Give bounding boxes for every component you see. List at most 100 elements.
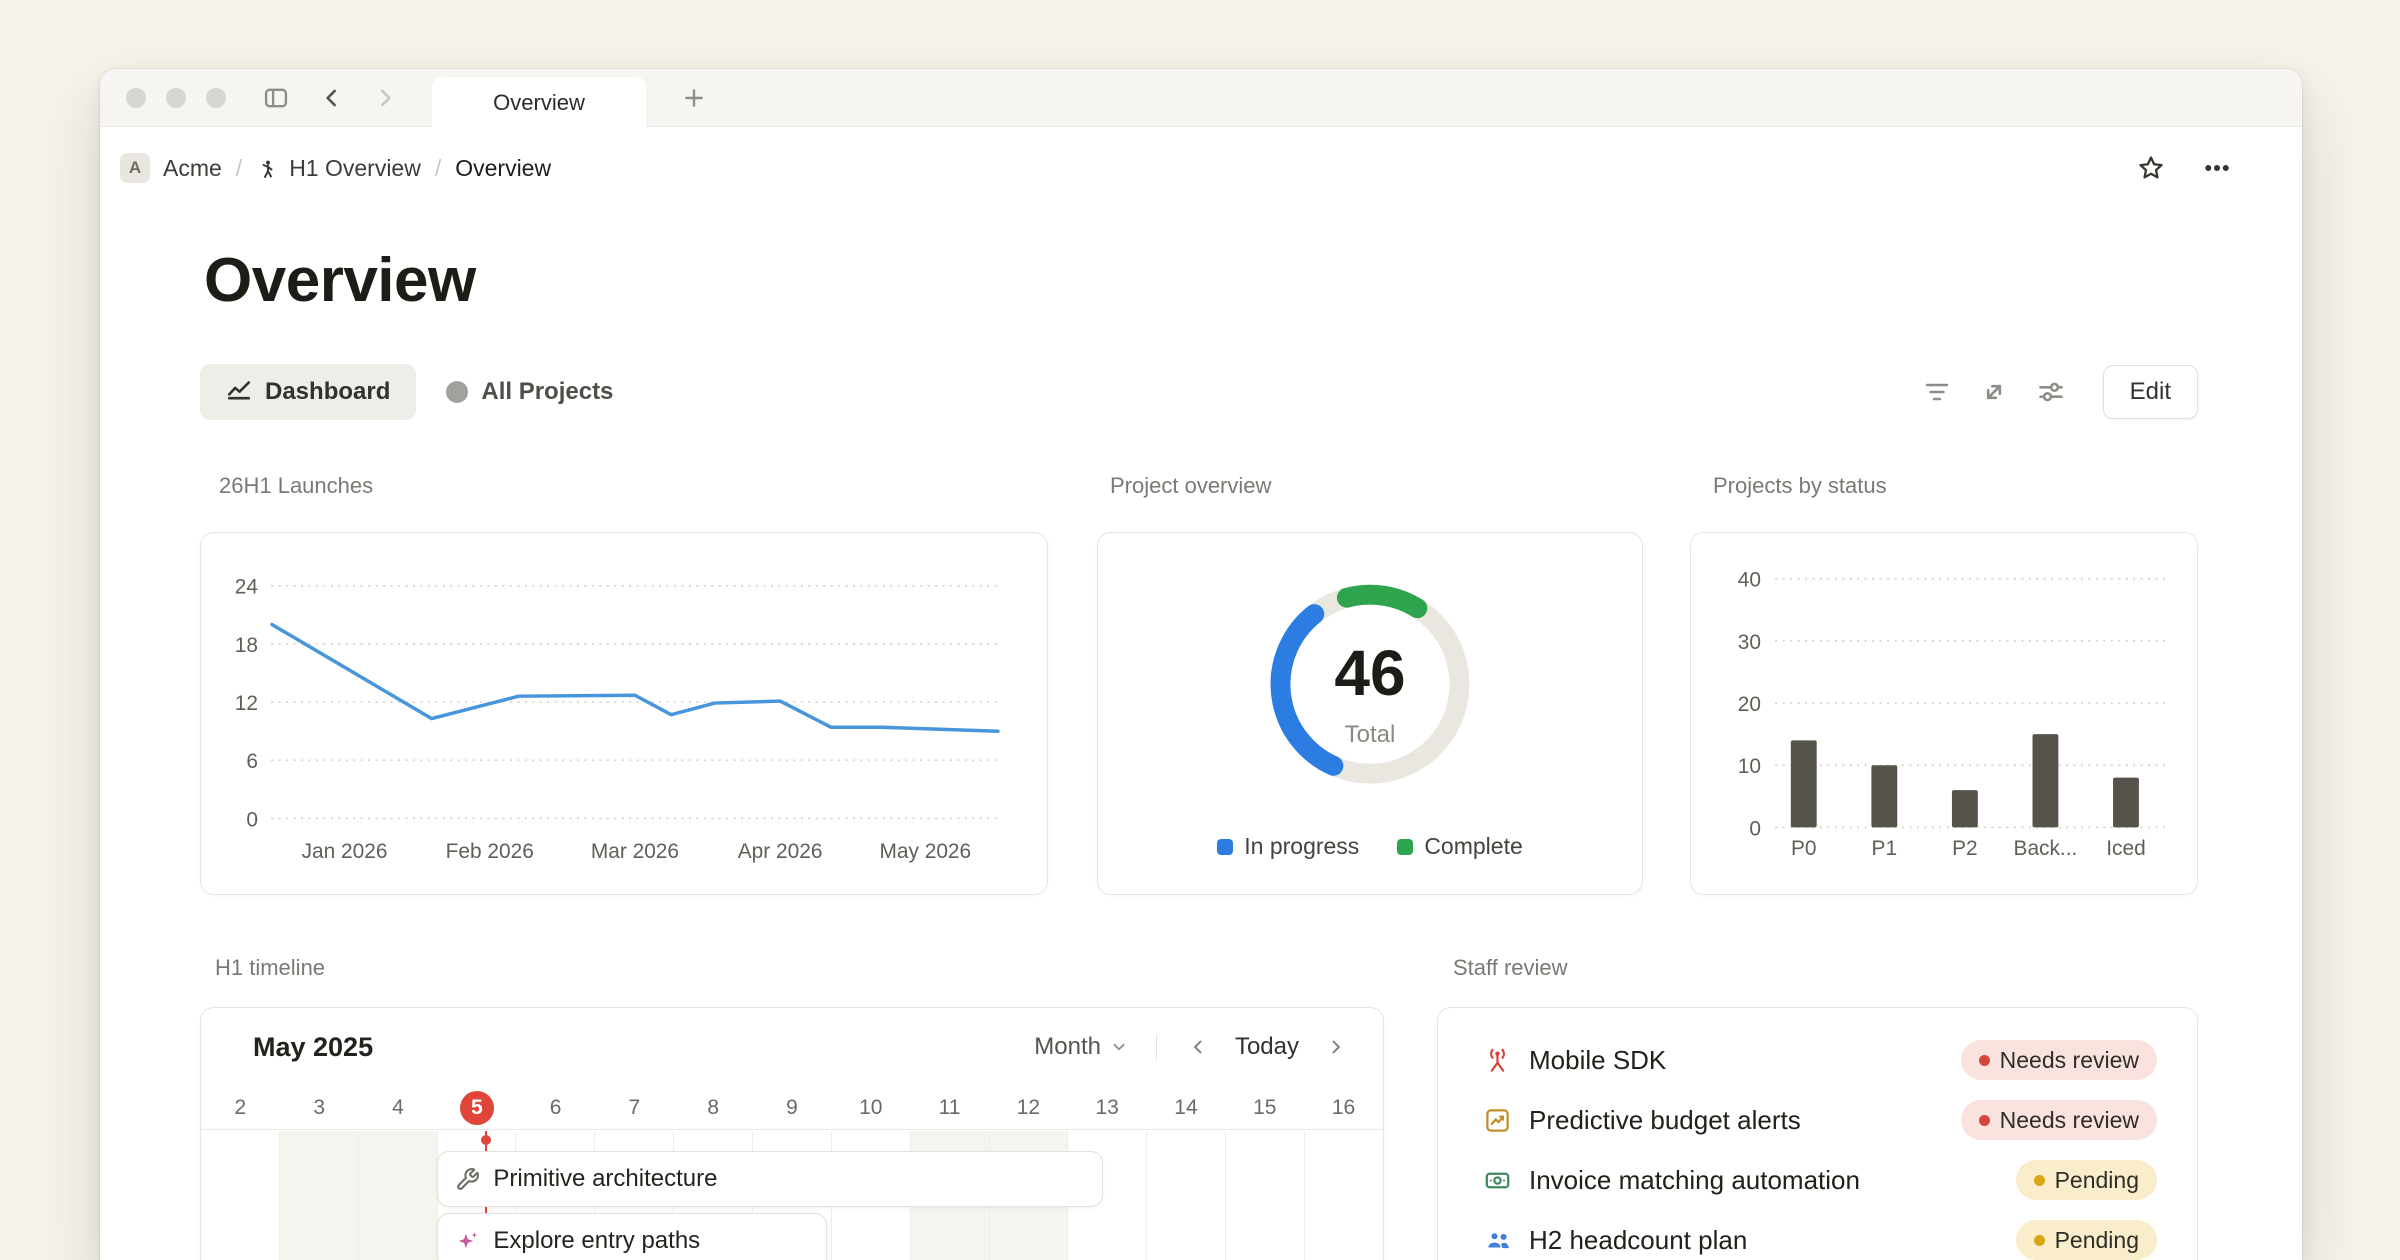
staff-row-h2-headcount[interactable]: H2 headcount plan Pending [1484,1210,2157,1260]
status-badge[interactable]: Needs review [1961,1040,2157,1080]
grid-column [1226,1131,1305,1260]
svg-text:24: 24 [235,576,258,599]
breadcrumb-parent[interactable]: H1 Overview [289,155,421,182]
status-text: Pending [2055,1227,2139,1254]
event-label: Primitive architecture [493,1165,717,1193]
day-cell[interactable]: 9 [753,1086,832,1129]
status-badge[interactable]: Pending [2016,1160,2157,1200]
grid-column [359,1131,438,1260]
sparkle-icon [455,1229,480,1254]
favorite-star-icon[interactable] [2136,153,2166,183]
day-cell[interactable]: 7 [595,1086,674,1129]
svg-text:20: 20 [1738,693,1761,716]
forward-icon[interactable] [370,83,400,113]
day-cell[interactable]: 8 [674,1086,753,1129]
close-window-button[interactable] [126,88,146,108]
staff-item-label: H2 headcount plan [1529,1225,2016,1256]
svg-text:10: 10 [1738,755,1761,778]
view-circle-icon [446,381,468,403]
svg-text:Apr 2026: Apr 2026 [738,840,823,863]
status-text: Needs review [2000,1107,2139,1134]
filter-icon[interactable] [1922,377,1952,407]
view-tab-label: Dashboard [265,378,390,406]
view-selector-value: Month [1034,1033,1101,1061]
day-cell[interactable]: 6 [516,1086,595,1129]
svg-text:Jan 2026: Jan 2026 [302,840,388,863]
view-tab-label: All Projects [481,378,613,406]
timeline-day-row: 2345678910111213141516 [201,1086,1383,1130]
edit-button[interactable]: Edit [2103,365,2198,419]
app-window: Overview A Acme / H1 Overview / Overview [100,69,2302,1260]
svg-text:P2: P2 [1952,837,1978,860]
svg-text:May 2026: May 2026 [879,840,971,863]
status-badge[interactable]: Needs review [1961,1100,2157,1140]
trend-chart-icon [1484,1106,1516,1134]
day-cell[interactable]: 4 [359,1086,438,1129]
card-title-h1-timeline: H1 timeline [215,955,325,981]
workspace-badge[interactable]: A [120,153,150,183]
grid-column [201,1131,280,1260]
day-cell[interactable]: 2 [201,1086,280,1129]
tab-overview[interactable]: Overview [432,77,646,128]
staff-row-predictive-budget-alerts[interactable]: Predictive budget alerts Needs review [1484,1090,2157,1150]
antenna-icon [1484,1046,1516,1074]
day-cell[interactable]: 11 [910,1086,989,1129]
status-text: Needs review [2000,1047,2139,1074]
status-badge[interactable]: Pending [2016,1220,2157,1260]
breadcrumb-current[interactable]: Overview [455,155,551,182]
back-icon[interactable] [317,83,347,113]
wrench-icon [455,1167,480,1192]
timeline-today-button[interactable]: Today [1235,1033,1299,1061]
view-tab-all-projects[interactable]: All Projects [446,378,613,406]
staff-row-invoice-matching[interactable]: Invoice matching automation Pending [1484,1150,2157,1210]
timeline-view-selector[interactable]: Month [1034,1033,1128,1061]
projects-by-status-bar-chart: 010203040P0P1P2Back...Iced [1691,533,2197,894]
climber-icon [256,158,280,182]
timeline-event-primitive-architecture[interactable]: Primitive architecture [437,1151,1103,1207]
expand-icon[interactable] [1979,377,2009,407]
legend-complete: Complete [1397,833,1522,860]
zoom-window-button[interactable] [206,88,226,108]
sidebar-toggle-icon[interactable] [261,83,291,113]
current-date-dot [481,1135,491,1145]
more-options-icon[interactable] [2202,153,2232,183]
timeline-grid: Primitive architecture Explore entry pat… [201,1131,1383,1260]
view-tab-dashboard[interactable]: Dashboard [200,364,416,420]
settings-sliders-icon[interactable] [2036,377,2066,407]
legend-chip-green [1397,839,1413,855]
day-cell[interactable]: 12 [989,1086,1068,1129]
timeline-prev-icon[interactable] [1185,1034,1211,1060]
day-cell[interactable]: 13 [1068,1086,1147,1129]
legend-chip-blue [1217,839,1233,855]
line-chart-icon [226,376,252,409]
svg-text:30: 30 [1738,631,1761,654]
svg-text:P0: P0 [1791,837,1817,860]
banknote-icon [1484,1166,1516,1194]
legend-label: In progress [1244,833,1359,860]
status-dot [1979,1115,1990,1126]
window-tab-strip: Overview [100,69,2302,127]
timeline-event-explore-entry-paths[interactable]: Explore entry paths [437,1213,827,1260]
breadcrumb-separator: / [435,155,441,182]
day-cell[interactable]: 15 [1225,1086,1304,1129]
timeline-next-icon[interactable] [1323,1034,1349,1060]
status-dot [1979,1055,1990,1066]
status-dot [2034,1175,2045,1186]
day-cell[interactable]: 5 [437,1086,516,1129]
staff-item-label: Predictive budget alerts [1529,1105,1961,1136]
minimize-window-button[interactable] [166,88,186,108]
day-cell[interactable]: 14 [1147,1086,1226,1129]
day-cell[interactable]: 16 [1304,1086,1383,1129]
card-title-launches: 26H1 Launches [219,473,373,499]
day-cell[interactable]: 10 [831,1086,910,1129]
staff-item-label: Invoice matching automation [1529,1165,2016,1196]
staff-item-label: Mobile SDK [1529,1045,1961,1076]
staff-row-mobile-sdk[interactable]: Mobile SDK Needs review [1484,1030,2157,1090]
svg-text:Back...: Back... [2014,837,2078,860]
donut-total: 46 [1098,636,1642,710]
day-cell[interactable]: 3 [280,1086,359,1129]
card-title-staff-review: Staff review [1453,955,1568,981]
new-tab-icon[interactable] [679,83,709,113]
breadcrumb-workspace[interactable]: Acme [163,155,222,182]
grid-column [280,1131,359,1260]
